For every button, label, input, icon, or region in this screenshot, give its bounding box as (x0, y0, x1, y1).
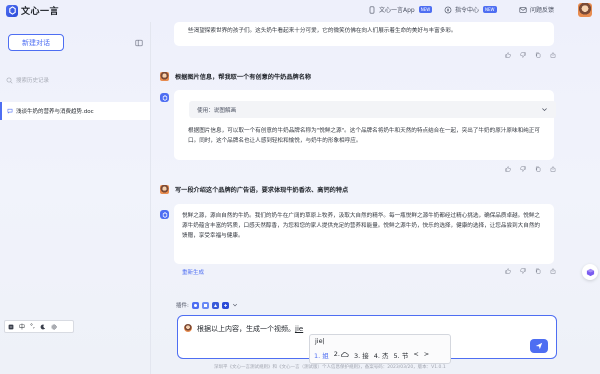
search-icon (6, 77, 13, 84)
chevron-down-icon[interactable] (232, 302, 238, 308)
moon-icon[interactable] (40, 324, 46, 330)
logo[interactable]: 文心一言 (6, 4, 59, 17)
send-icon (535, 342, 543, 350)
chevron-down-icon (542, 108, 547, 112)
ime-candidate[interactable]: 4. 杰 (374, 350, 389, 360)
ime-candidate[interactable]: 2. (334, 350, 349, 360)
regenerate-button[interactable]: 重新生成 (182, 268, 204, 276)
thumbs-down-icon[interactable] (520, 268, 526, 274)
ime-candidate[interactable]: 5. 节 (394, 350, 409, 360)
user-avatar-small (160, 185, 169, 194)
ime-punct-toggle[interactable]: °, (30, 323, 35, 330)
compass-icon (444, 6, 452, 13)
input-value: 根据以上内容，生成一个视频。 (197, 325, 295, 333)
copy-icon[interactable] (535, 268, 541, 274)
new-badge: NEW (418, 6, 433, 13)
new-badge: NEW (483, 6, 497, 13)
command-center-label: 指令中心 (455, 7, 480, 14)
answer-actions (505, 52, 556, 58)
app-name: 文心一言 (21, 7, 60, 17)
question-text: 根据图片信息，帮我取一个有创意的牛奶品牌名称 (175, 74, 312, 81)
ime-candidates: 1. 姐 2. 3. 接 4. 杰 5. 节 < > (314, 350, 429, 360)
app-download-label: 文心一言App (379, 7, 415, 14)
collapse-sidebar-icon[interactable] (135, 39, 143, 47)
ime-mode-toggle[interactable]: 中 (19, 322, 25, 331)
history-search-placeholder: 搜索历史记录 (16, 78, 50, 84)
bot-logo-icon (162, 211, 167, 218)
share-icon[interactable] (550, 52, 556, 58)
answer-card: 使用：说图解画 根据图片信息，可以取一个有创意的牛奶品牌名称为"悦鲜之源"。这个… (174, 90, 556, 160)
command-center-link[interactable]: 指令中心 NEW (444, 5, 497, 14)
cube-icon (586, 268, 594, 276)
answer-card-partial: 些渴望探索世界的孩子们。这头奶牛看起来十分可爱，它的微笑仿佛在向人们展示着生命的… (174, 22, 554, 46)
input-composing: jie (295, 325, 304, 333)
ime-composition: jie| (315, 337, 325, 345)
chat-input-text[interactable]: 根据以上内容，生成一个视频。jie (197, 324, 303, 334)
history-item-label: 浅谈牛奶的营养与消费趋势.doc (16, 109, 94, 115)
user-question: 写一段介绍这个品牌的广告语，要求体现牛奶香浓、高钙的特点 (160, 185, 348, 194)
new-chat-button[interactable]: 新建对话 (8, 34, 64, 51)
footer-text: 深圳平《文心一言测试规则》和《文心一言（测试版）个人信息保护规则》，备案号码：2… (214, 365, 446, 370)
bot-logo-icon (162, 94, 167, 101)
bot-avatar (160, 210, 169, 219)
user-avatar-small (184, 324, 192, 332)
ime-page-prev[interactable]: < (413, 350, 418, 360)
plugin-label: 插件: (176, 303, 189, 309)
cloud-icon (341, 351, 349, 357)
top-bar: 文心一言 文心一言App NEW 指令中心 NEW 问题反馈 (0, 0, 600, 22)
plugin-usage-expander[interactable]: 使用：说图解画 (189, 101, 556, 118)
thumbs-down-icon[interactable] (520, 166, 526, 172)
plugin-4-icon[interactable] (221, 301, 229, 309)
ime-candidate[interactable]: 1. 姐 (314, 350, 329, 360)
gear-icon[interactable] (51, 323, 57, 330)
mail-icon (519, 6, 527, 13)
share-icon[interactable] (550, 166, 556, 172)
plugin-1-icon[interactable] (191, 301, 199, 309)
assistant-float-button[interactable] (582, 264, 598, 280)
phone-icon (369, 5, 375, 14)
send-button[interactable] (530, 339, 548, 353)
thumbs-up-icon[interactable] (505, 268, 511, 274)
answer-text: 悦鲜之源，源自自然的牛奶。我们的奶牛在广阔的草原上牧养，汲取大自然的精华。每一瓶… (182, 213, 541, 239)
logo-icon (6, 4, 18, 17)
ime-page-next[interactable]: > (424, 350, 429, 360)
answer-actions (505, 166, 556, 172)
ime-logo-icon[interactable] (8, 324, 14, 330)
bot-avatar (160, 93, 169, 102)
ime-toolbar: 中 °, (4, 320, 74, 333)
ime-candidate-window: jie| 1. 姐 2. 3. 接 4. 杰 5. 节 < > (309, 334, 451, 364)
ime-candidate[interactable]: 3. 接 (354, 350, 369, 360)
plugin-2-icon[interactable] (201, 301, 209, 309)
share-icon[interactable] (550, 268, 556, 274)
user-avatar[interactable] (578, 3, 592, 17)
chat-area: 些渴望探索世界的孩子们。这头奶牛看起来十分可爱，它的微笑仿佛在向人们展示着生命的… (150, 22, 568, 374)
copy-icon[interactable] (535, 52, 541, 58)
feedback-label: 问题反馈 (530, 7, 555, 14)
copy-icon[interactable] (535, 166, 541, 172)
app-download-link[interactable]: 文心一言App NEW (368, 5, 433, 14)
answer-actions (505, 268, 556, 274)
chat-bubble-icon (7, 108, 13, 114)
answer-text: 根据图片信息，可以取一个有创意的牛奶品牌名称为"悦鲜之源"。这个品牌名将奶牛和天… (188, 128, 540, 144)
thumbs-up-icon[interactable] (505, 52, 511, 58)
user-question: 根据图片信息，帮我取一个有创意的牛奶品牌名称 (160, 72, 311, 81)
answer-card: 悦鲜之源，源自自然的牛奶。我们的奶牛在广阔的草原上牧养，汲取大自然的精华。每一瓶… (174, 204, 554, 264)
user-avatar-small (160, 72, 169, 81)
plugin-3-icon[interactable] (211, 301, 219, 309)
history-item[interactable]: 浅谈牛奶的营养与消费趋势.doc (0, 102, 150, 120)
history-search-input[interactable]: 搜索历史记录 (6, 74, 144, 86)
feedback-link[interactable]: 问题反馈 (519, 5, 554, 14)
plugin-bar: 插件: (176, 301, 238, 309)
thumbs-up-icon[interactable] (505, 166, 511, 172)
thumbs-down-icon[interactable] (520, 52, 526, 58)
answer-text: 些渴望探索世界的孩子们。这头奶牛看起来十分可爱，它的微笑仿佛在向人们展示着生命的… (188, 28, 457, 34)
question-text: 写一段介绍这个品牌的广告语，要求体现牛奶香浓、高钙的特点 (175, 187, 349, 194)
plugin-usage-label: 使用：说图解画 (197, 107, 237, 114)
